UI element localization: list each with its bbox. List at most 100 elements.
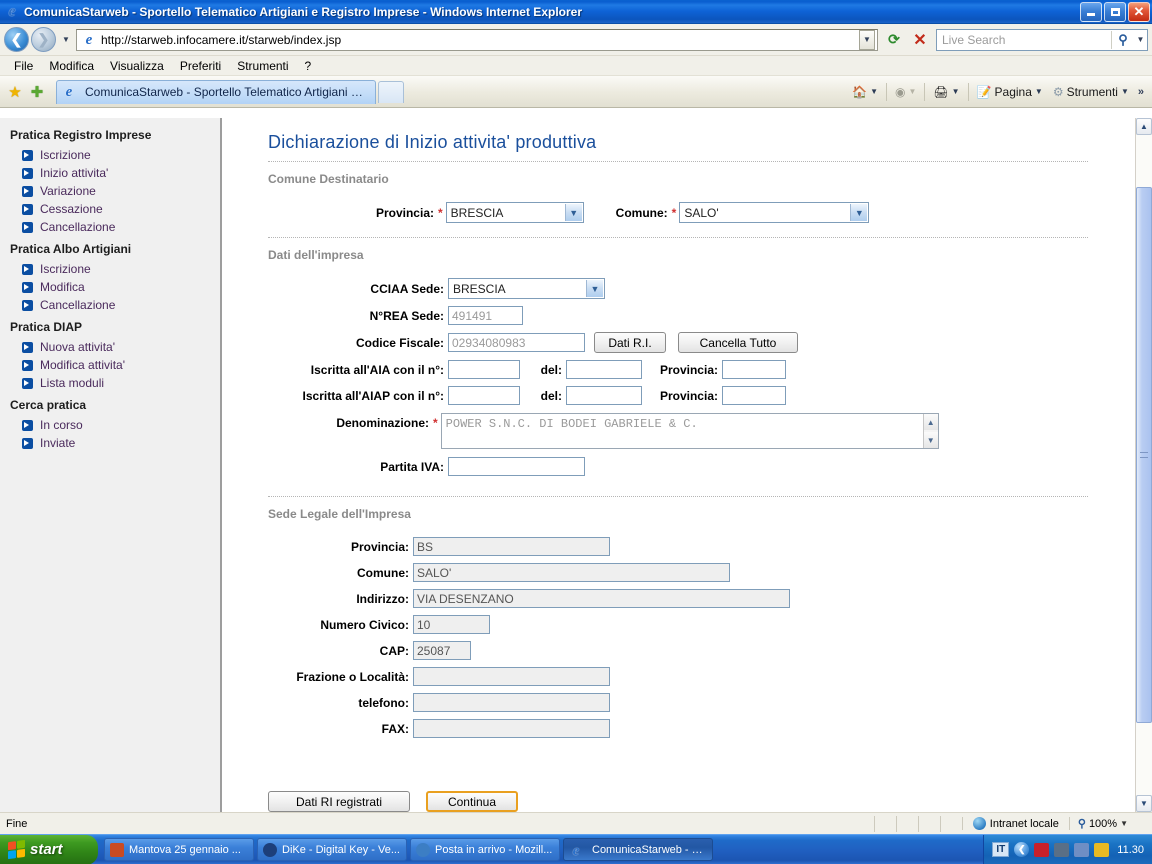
add-favorite-icon[interactable]: ✚ <box>26 81 48 103</box>
history-dropdown-icon[interactable]: ▼ <box>59 35 73 44</box>
app-icon[interactable] <box>1074 842 1090 857</box>
sidebar-item-ri-inizio-attivita[interactable]: Inizio attivita' <box>10 164 220 182</box>
aia-numero-input[interactable] <box>448 360 520 379</box>
taskbar-item-dike[interactable]: DiKe - Digital Key - Ve... <box>257 838 407 861</box>
denominazione-textarea[interactable]: POWER S.N.C. DI BODEI GABRIELE & C. ▲ ▼ <box>440 413 939 449</box>
scroll-up-icon[interactable]: ▲ <box>1136 118 1152 135</box>
sidebar-item-diap-lista-moduli[interactable]: Lista moduli <box>10 374 220 392</box>
taskbar-item-posta[interactable]: Posta in arrivo - Mozill... <box>410 838 560 861</box>
search-box[interactable]: ⚲ ▼ <box>936 28 1148 51</box>
tools-menu-button[interactable]: ⚙ Strumenti ▼ <box>1048 80 1134 104</box>
chevron-down-icon[interactable]: ▼ <box>952 87 960 96</box>
codice-fiscale-input[interactable] <box>448 333 585 352</box>
taskbar-item-comunicastarweb[interactable]: e ComunicaStarweb - S... <box>563 838 713 861</box>
continua-button[interactable]: Continua <box>426 791 518 812</box>
sidebar-item-albo-iscrizione[interactable]: Iscrizione <box>10 260 220 278</box>
scroll-down-icon[interactable]: ▼ <box>923 432 938 448</box>
scrollbar-thumb[interactable] <box>1136 187 1152 723</box>
language-indicator[interactable]: IT <box>992 842 1010 857</box>
sede-cap-input[interactable] <box>413 641 471 660</box>
dati-ri-button[interactable]: Dati R.I. <box>594 332 666 353</box>
security-zone[interactable]: Intranet locale <box>961 817 1069 830</box>
chevron-down-icon[interactable]: ▼ <box>1120 819 1128 828</box>
aia-del-input[interactable] <box>566 360 642 379</box>
chevron-down-icon[interactable]: ▼ <box>1035 87 1043 96</box>
provincia-destinatario-select[interactable]: BRESCIA ▼ <box>445 202 584 223</box>
sidebar-item-albo-cancellazione[interactable]: Cancellazione <box>10 296 220 314</box>
refresh-icon[interactable]: ⟳ <box>882 28 906 52</box>
scrollbar-track[interactable] <box>1136 135 1152 795</box>
sidebar-item-diap-nuova-attivita[interactable]: Nuova attivita' <box>10 338 220 356</box>
cciaa-sede-select[interactable]: BRESCIA ▼ <box>448 278 605 299</box>
maximize-button[interactable] <box>1104 1 1126 22</box>
scroll-up-icon[interactable]: ▲ <box>923 414 938 430</box>
browser-tab[interactable]: e ComunicaStarweb - Sportello Telematico… <box>56 79 376 104</box>
zoom-control[interactable]: ⚲ 100% ▼ <box>1068 817 1136 830</box>
start-button[interactable]: start <box>0 834 98 864</box>
show-hidden-icons-icon[interactable]: ❮ <box>1014 842 1030 857</box>
resize-grip[interactable] <box>1138 817 1152 831</box>
address-dropdown-icon[interactable]: ▼ <box>859 29 875 50</box>
scroll-down-icon[interactable]: ▼ <box>1136 795 1152 812</box>
sidebar-item-diap-modifica-attivita[interactable]: Modifica attivita' <box>10 356 220 374</box>
chevron-down-icon[interactable]: ▼ <box>1121 87 1129 96</box>
taskbar-item-mantova[interactable]: Mantova 25 gennaio ... <box>104 838 254 861</box>
chevron-down-icon[interactable]: ▼ <box>850 204 868 221</box>
search-options-icon[interactable]: ▼ <box>1134 35 1147 44</box>
aiap-del-input[interactable] <box>566 386 642 405</box>
favorites-star-icon[interactable]: ★ <box>4 81 26 103</box>
network-icon[interactable] <box>1054 842 1070 857</box>
rea-sede-input[interactable] <box>448 306 523 325</box>
comune-destinatario-select[interactable]: SALO' ▼ <box>679 202 870 223</box>
feeds-button[interactable]: ◉ ▼ <box>890 80 921 104</box>
new-tab-button[interactable] <box>378 80 404 103</box>
menu-item-visualizza[interactable]: Visualizza <box>102 57 172 75</box>
forward-button[interactable]: ❯ <box>31 27 56 52</box>
shield-icon[interactable] <box>1094 842 1110 857</box>
aiap-numero-input[interactable] <box>448 386 520 405</box>
menu-item-modifica[interactable]: Modifica <box>41 57 102 75</box>
chevron-down-icon[interactable]: ▼ <box>564 204 582 221</box>
close-button[interactable]: ✕ <box>1128 1 1150 22</box>
clock[interactable]: 11.30 <box>1117 844 1144 856</box>
sidebar-item-cerca-inviate[interactable]: Inviate <box>10 434 220 452</box>
home-button[interactable]: 🏠 ▼ <box>847 80 883 104</box>
sidebar-item-ri-cessazione[interactable]: Cessazione <box>10 200 220 218</box>
sede-indirizzo-input[interactable] <box>413 589 790 608</box>
page-scrollbar[interactable]: ▲ ▼ <box>1135 118 1152 812</box>
denominazione-scrollbar[interactable]: ▲ ▼ <box>922 414 938 448</box>
back-button[interactable]: ❮ <box>4 27 29 52</box>
menu-item-help[interactable]: ? <box>297 57 320 75</box>
sidebar-item-cerca-in-corso[interactable]: In corso <box>10 416 220 434</box>
dati-ri-registrati-button[interactable]: Dati RI registrati <box>268 791 410 812</box>
page-menu-button[interactable]: 📝 Pagina ▼ <box>972 80 1048 104</box>
minimize-button[interactable] <box>1080 1 1102 22</box>
overflow-chevron-icon[interactable]: » <box>1134 86 1148 98</box>
aiap-provincia-input[interactable] <box>722 386 786 405</box>
menu-item-preferiti[interactable]: Preferiti <box>172 57 229 75</box>
sede-frazione-input[interactable] <box>413 667 610 686</box>
sede-numero-civico-input[interactable] <box>413 615 490 634</box>
aia-provincia-input[interactable] <box>722 360 786 379</box>
sede-telefono-input[interactable] <box>413 693 610 712</box>
partita-iva-input[interactable] <box>448 457 585 476</box>
chevron-down-icon[interactable]: ▼ <box>909 87 917 96</box>
sede-fax-input[interactable] <box>413 719 610 738</box>
sidebar-item-albo-modifica[interactable]: Modifica <box>10 278 220 296</box>
acrobat-icon[interactable] <box>1034 842 1050 857</box>
sidebar-item-ri-variazione[interactable]: Variazione <box>10 182 220 200</box>
chevron-down-icon[interactable]: ▼ <box>870 87 878 96</box>
stop-icon[interactable]: ✕ <box>908 28 932 52</box>
print-button[interactable]: 🖨 ▼ <box>928 80 964 104</box>
sede-provincia-input[interactable] <box>413 537 610 556</box>
sede-comune-input[interactable] <box>413 563 730 582</box>
search-input[interactable] <box>937 30 1111 49</box>
sidebar-item-ri-iscrizione[interactable]: Iscrizione <box>10 146 220 164</box>
address-input[interactable]: e http://starweb.infocamere.it/starweb/i… <box>76 28 878 51</box>
chevron-down-icon[interactable]: ▼ <box>586 280 603 297</box>
sidebar-item-ri-cancellazione[interactable]: Cancellazione <box>10 218 220 236</box>
menu-item-file[interactable]: File <box>6 57 41 75</box>
search-icon[interactable]: ⚲ <box>1112 32 1134 48</box>
menu-item-strumenti[interactable]: Strumenti <box>229 57 296 75</box>
cancella-tutto-button[interactable]: Cancella Tutto <box>678 332 798 353</box>
